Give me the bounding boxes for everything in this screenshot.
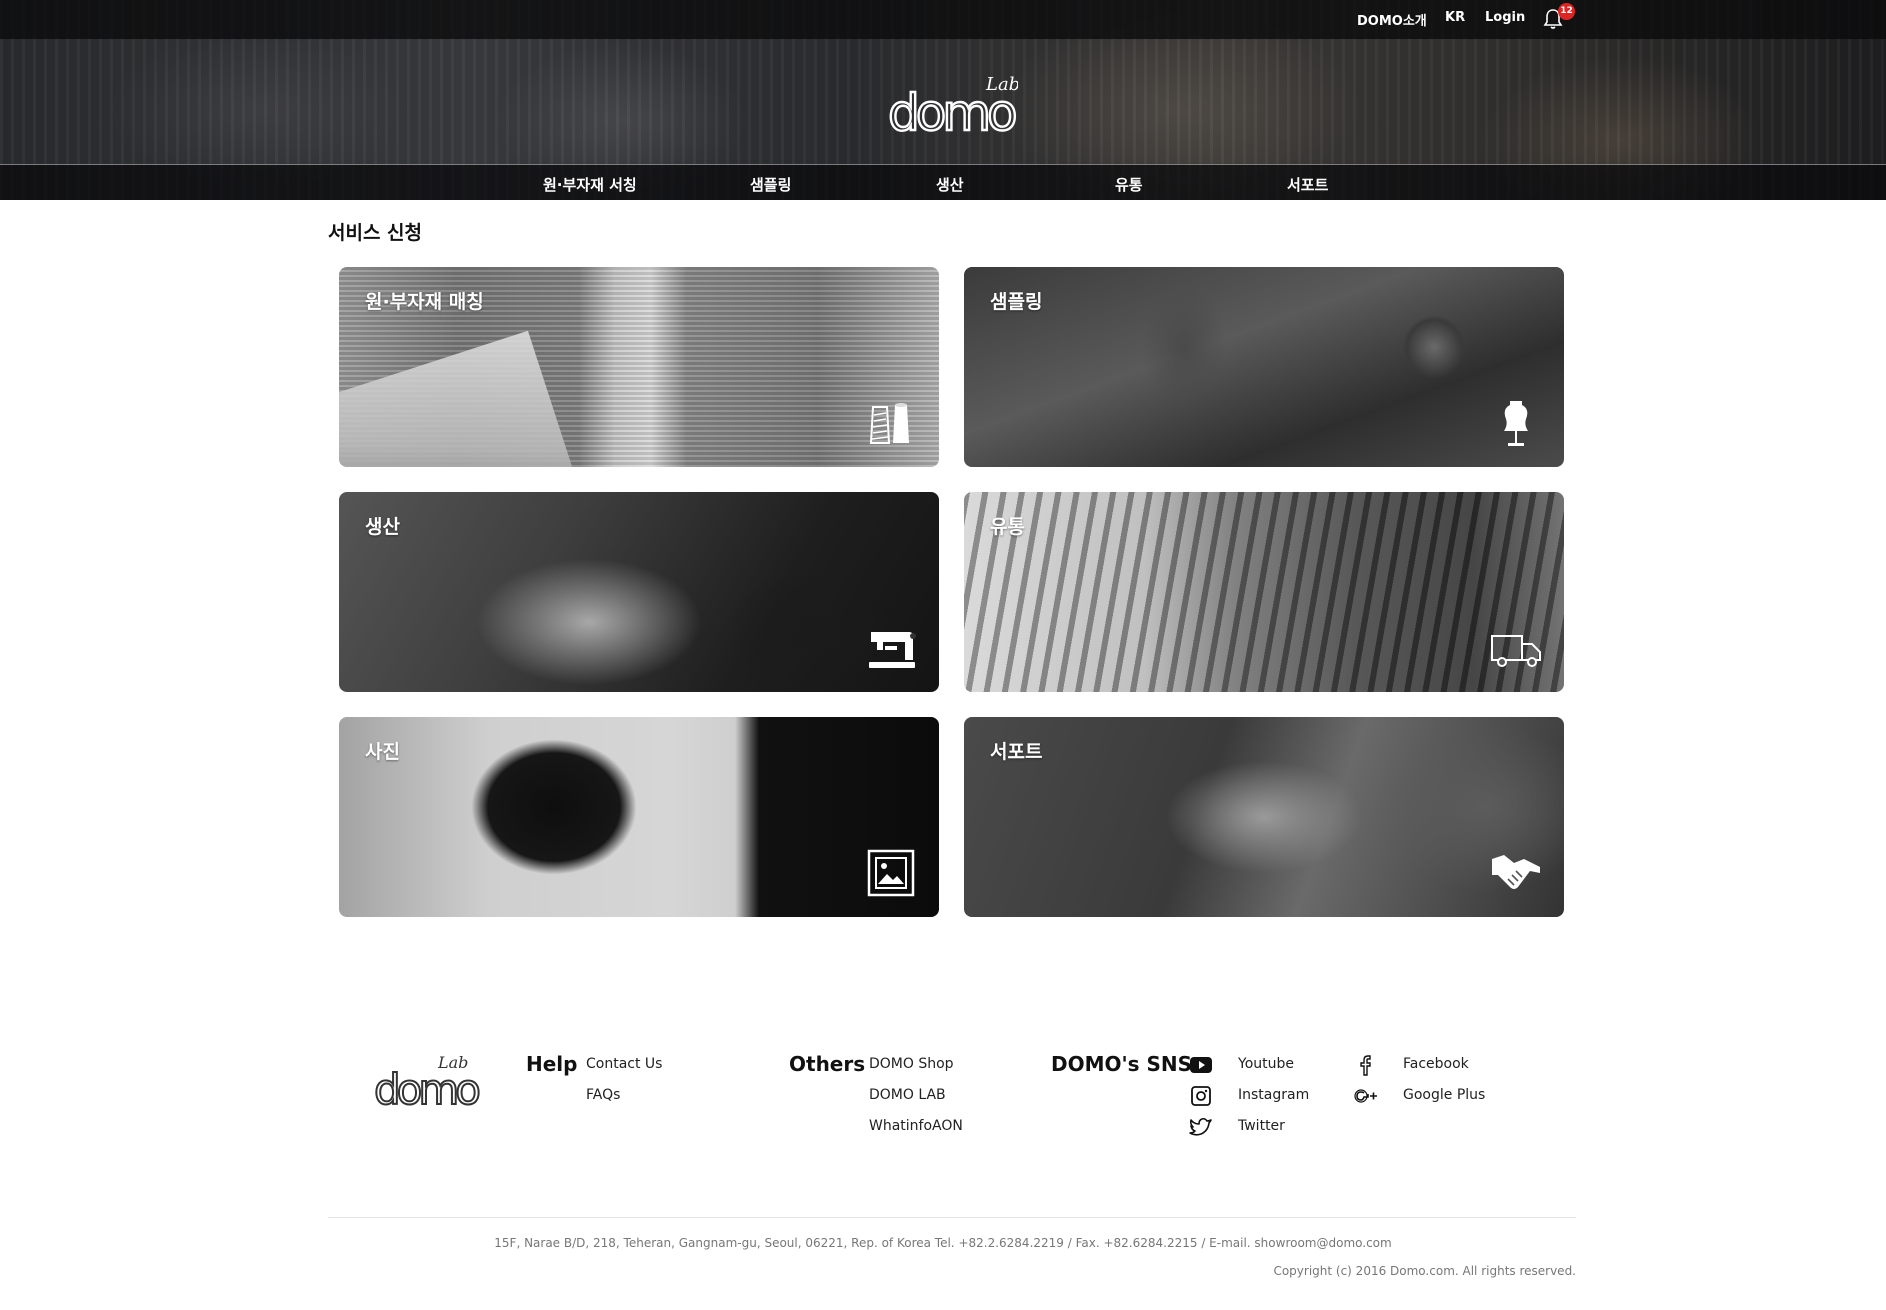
nav-item-production[interactable]: 생산 (936, 174, 964, 195)
main-nav: 원·부자재 서칭 샘플링 생산 유통 서포트 (0, 164, 1886, 200)
instagram-link[interactable]: Instagram (1238, 1087, 1309, 1103)
contact-us-link[interactable]: Contact Us (586, 1056, 662, 1072)
nav-item-distribution[interactable]: 유통 (1115, 174, 1143, 195)
service-card-photo[interactable]: 사진 (339, 717, 939, 917)
whatinfoaon-link[interactable]: WhatinfoAON (869, 1118, 963, 1134)
dress-form-icon (1504, 401, 1528, 446)
domo-lab-link[interactable]: DOMO LAB (869, 1087, 946, 1103)
footer-divider (328, 1217, 1576, 1218)
top-links: DOMO소개 KR Login 12 (0, 0, 1886, 39)
top-bar: DOMO소개 KR Login 12 (0, 0, 1886, 39)
service-card-support[interactable]: 서포트 (964, 717, 1564, 917)
logo-wordmark: domo (888, 84, 1015, 140)
service-card-production[interactable]: 생산 (339, 492, 939, 692)
nav-item-support[interactable]: 서포트 (1287, 174, 1328, 195)
twitter-link[interactable]: Twitter (1238, 1118, 1285, 1134)
nav-item-sampling[interactable]: 샘플링 (750, 174, 791, 195)
footer-logo[interactable]: Lab domo (374, 1048, 480, 1110)
faqs-link[interactable]: FAQs (586, 1087, 620, 1103)
company-address: 15F, Narae B/D, 218, Teheran, Gangnam-gu… (494, 1236, 1392, 1250)
language-link[interactable]: KR (1445, 10, 1465, 25)
page-title: 서비스 신청 (328, 222, 423, 244)
facebook-icon[interactable] (1354, 1054, 1378, 1076)
twitter-icon[interactable] (1189, 1116, 1213, 1138)
google-plus-icon[interactable] (1354, 1085, 1378, 1107)
card-label: 원·부자재 매칭 (365, 291, 484, 313)
youtube-icon[interactable] (1189, 1054, 1213, 1076)
others-heading: Others (789, 1052, 866, 1076)
card-label: 서포트 (990, 741, 1043, 763)
nav-item-material-search[interactable]: 원·부자재 서칭 (543, 174, 637, 195)
photo-frame-icon (867, 849, 915, 897)
facebook-link[interactable]: Facebook (1403, 1056, 1469, 1072)
service-card-sampling[interactable]: 샘플링 (964, 267, 1564, 467)
card-label: 사진 (365, 741, 400, 763)
card-label: 유통 (990, 516, 1025, 538)
domo-shop-link[interactable]: DOMO Shop (869, 1056, 954, 1072)
youtube-link[interactable]: Youtube (1238, 1056, 1294, 1072)
service-card-material-matching[interactable]: 원·부자재 매칭 (339, 267, 939, 467)
sewing-machine-icon (869, 632, 916, 668)
google-plus-link[interactable]: Google Plus (1403, 1087, 1485, 1103)
about-link[interactable]: DOMO소개 (1357, 10, 1427, 29)
login-link[interactable]: Login (1485, 10, 1525, 25)
handshake-icon (1492, 855, 1540, 889)
domo-lab-logo[interactable]: Lab domo (888, 60, 1018, 140)
instagram-icon[interactable] (1189, 1085, 1213, 1107)
service-card-distribution[interactable]: 유통 (964, 492, 1564, 692)
sns-heading: DOMO's SNS (1051, 1052, 1193, 1076)
card-label: 샘플링 (990, 291, 1043, 313)
notification-badge: 12 (1558, 3, 1575, 20)
truck-icon (1491, 635, 1541, 667)
thread-spool-icon (869, 403, 909, 444)
card-label: 생산 (365, 516, 400, 538)
help-heading: Help (526, 1052, 578, 1076)
header-banner: DOMO소개 KR Login 12 Lab domo 원·부자재 서칭 샘플링… (0, 0, 1886, 200)
copyright-text: Copyright (c) 2016 Domo.com. All rights … (1273, 1264, 1576, 1278)
footer-logo-wordmark: domo (374, 1065, 479, 1110)
